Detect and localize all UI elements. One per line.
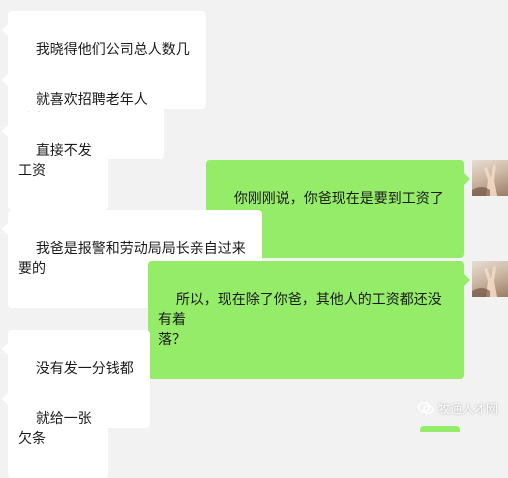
message-bubble-outgoing[interactable]: 所以，现在除了你爸，其他人的工资都还没有着 落？: [148, 261, 470, 379]
watermark: 牧通人才网: [418, 398, 498, 418]
message-text: 所以，现在除了你爸，其他人的工资都还没有着 落？: [158, 292, 442, 348]
message-text: 就给一张欠条: [18, 411, 92, 447]
wechat-channel-icon: [418, 401, 434, 414]
avatar-hand-icon: [472, 266, 497, 297]
user-avatar[interactable]: [472, 261, 508, 297]
message-bubble-incoming[interactable]: 就给一张欠条: [2, 380, 108, 478]
watermark-text: 牧通人才网: [438, 401, 499, 416]
user-avatar[interactable]: [472, 160, 508, 196]
chat-area: 我晓得他们公司总人数几十个 就喜欢招聘老年人过去 直接不发工资 你刚刚说，你爸现…: [0, 0, 508, 478]
avatar-hand-icon: [472, 165, 497, 196]
message-bubble-outgoing-partial: [420, 426, 460, 432]
message-bubble-incoming[interactable]: 直接不发工资: [2, 112, 108, 210]
message-text: 直接不发工资: [18, 143, 92, 179]
